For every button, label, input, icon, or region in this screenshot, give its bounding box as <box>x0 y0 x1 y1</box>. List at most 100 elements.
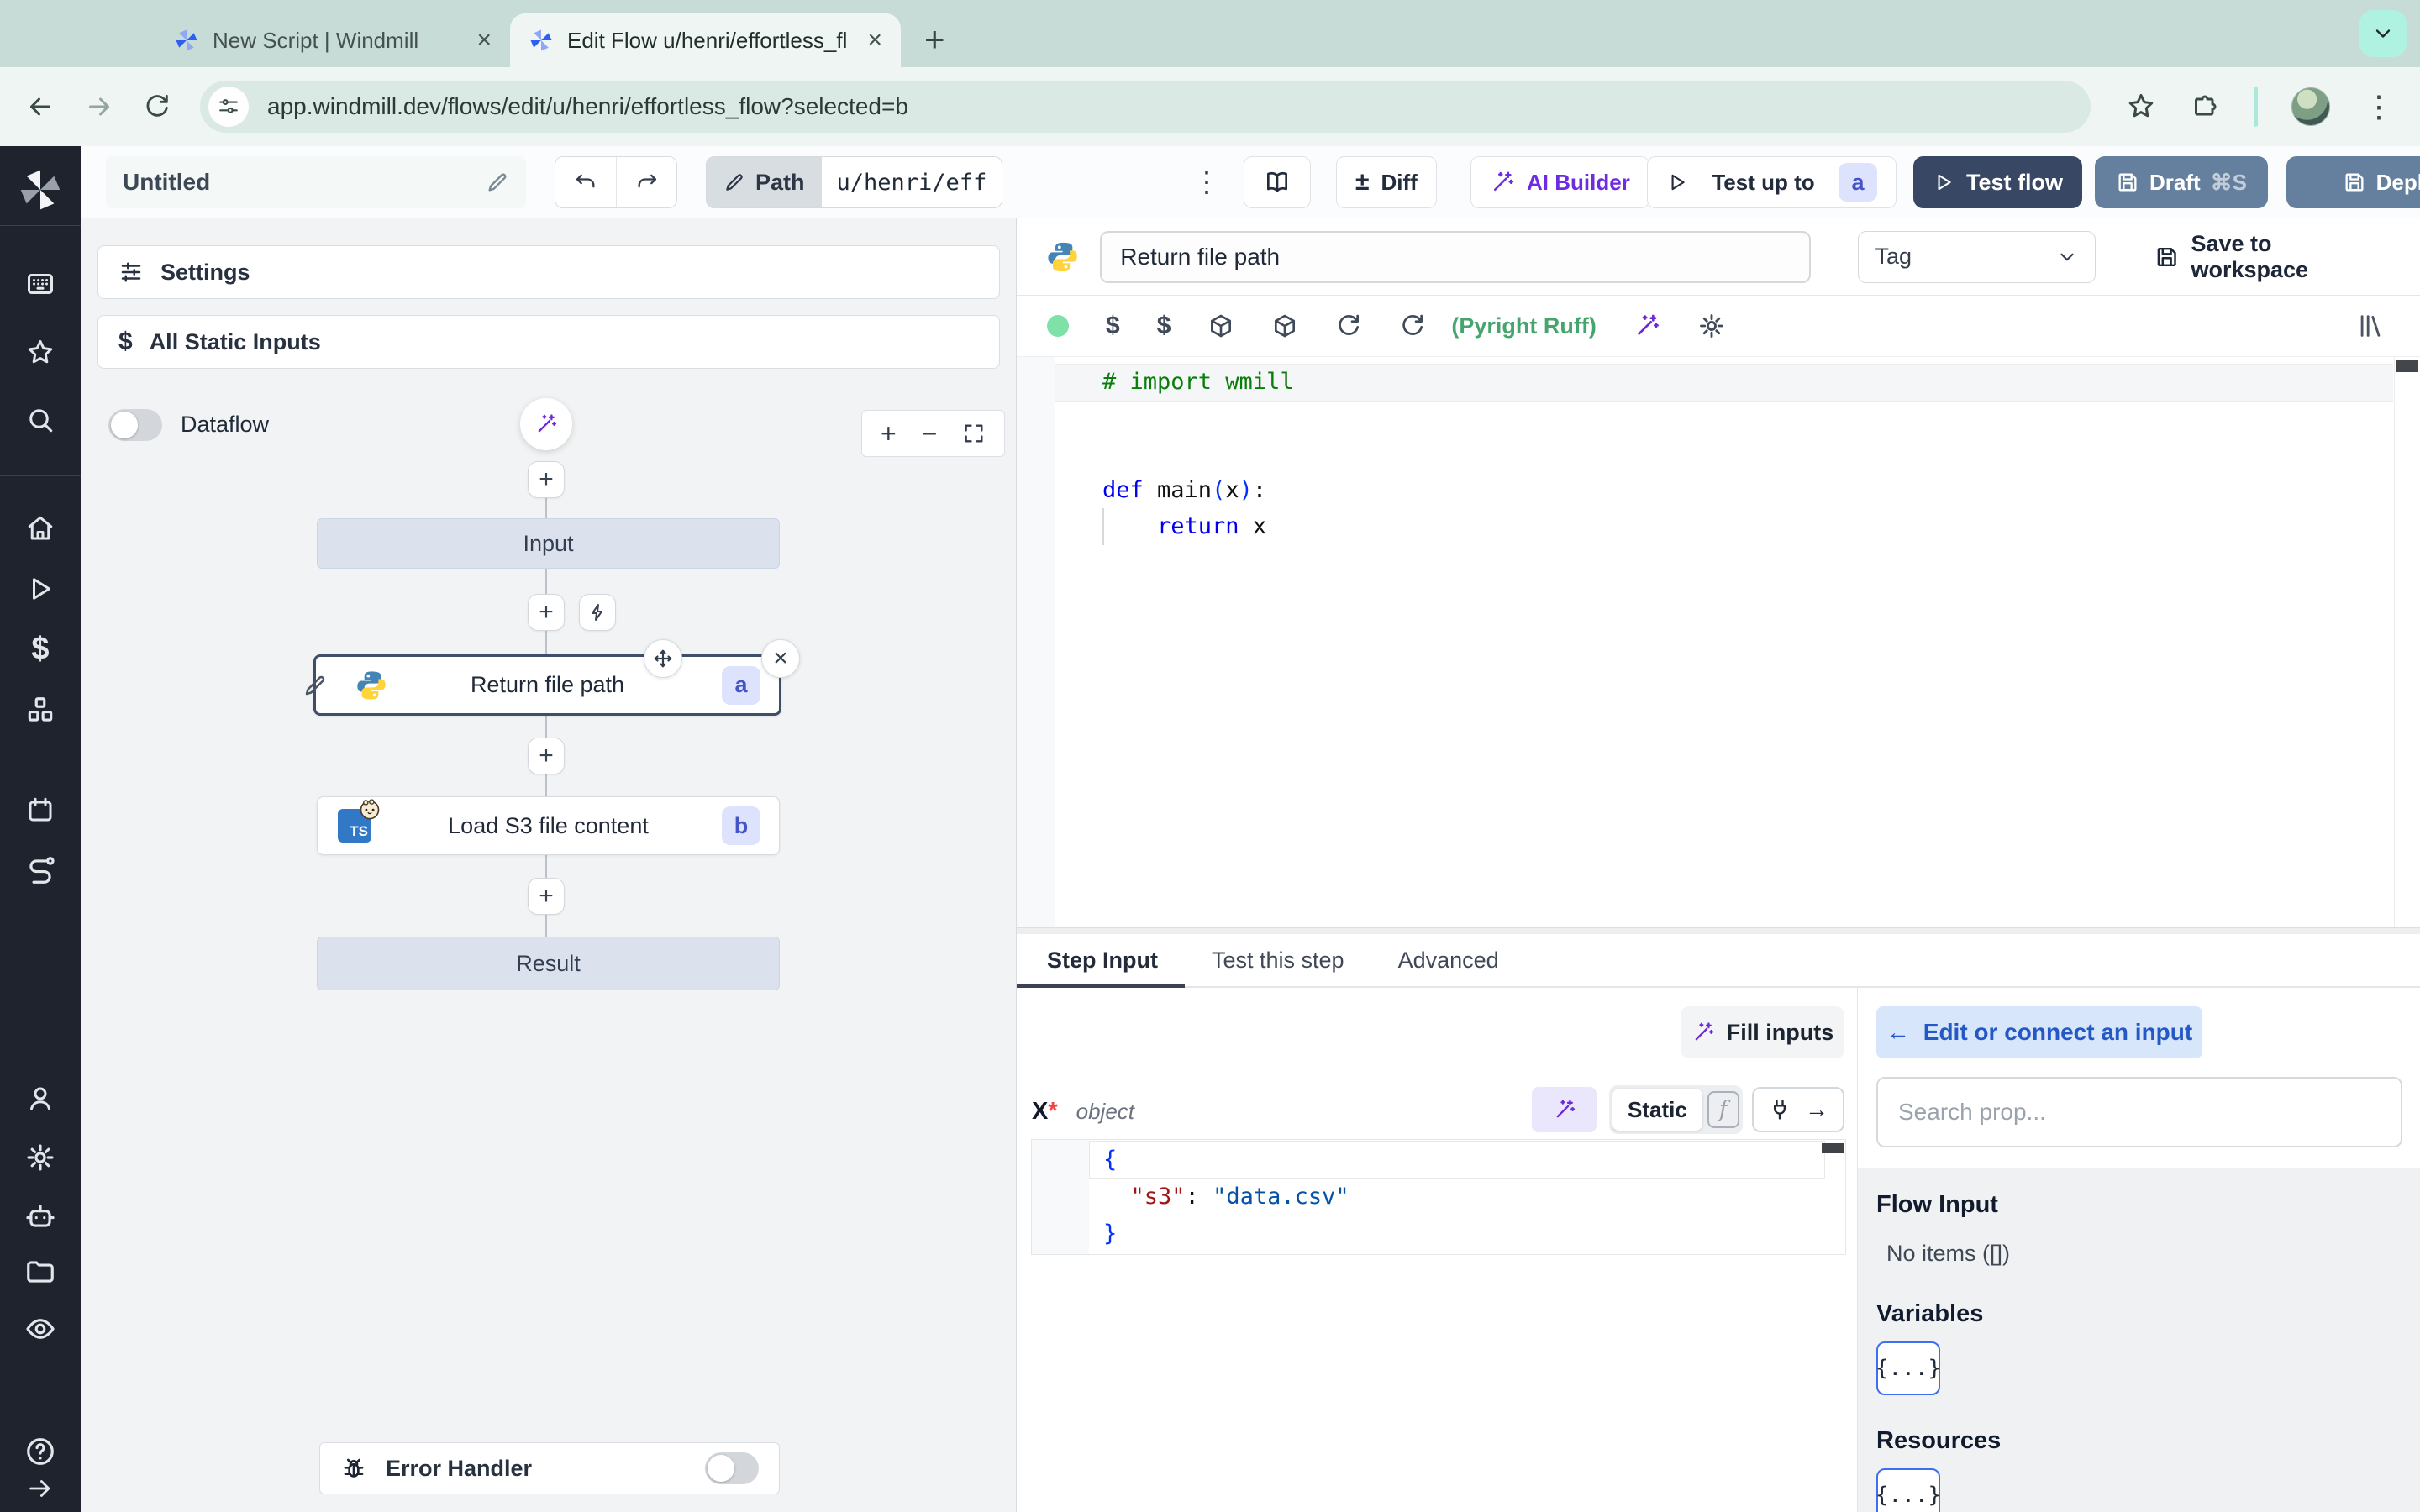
browser-tab-inactive[interactable]: New Script | Windmill × <box>155 13 510 67</box>
sidebar-item-flows-icon[interactable] <box>24 854 56 886</box>
add-step-button[interactable]: + <box>528 594 565 631</box>
tag-select[interactable]: Tag <box>1857 230 2096 283</box>
add-step-button[interactable]: + <box>528 878 565 915</box>
javascript-mode-icon[interactable]: f <box>1707 1091 1739 1128</box>
diff-button[interactable]: ± Diff <box>1336 156 1437 208</box>
flow-step-node-b[interactable]: TS Load S3 file content b <box>317 796 780 855</box>
more-options-icon[interactable]: ⋮ <box>1188 156 1225 208</box>
error-handler-row[interactable]: Error Handler <box>319 1442 780 1494</box>
tab-close-icon[interactable]: × <box>476 26 492 55</box>
back-icon[interactable] <box>25 92 55 122</box>
collapse-sidebar-icon[interactable] <box>26 1474 55 1503</box>
sidebar-item-apps-icon[interactable] <box>25 269 55 299</box>
sidebar-item-resources-icon[interactable] <box>24 695 56 727</box>
json-scrollbar-thumb[interactable] <box>1822 1143 1844 1153</box>
package-icon[interactable] <box>1271 312 1298 339</box>
sidebar-item-home-icon[interactable] <box>25 513 55 543</box>
resources-object-chip[interactable]: {...} <box>1876 1468 1941 1512</box>
connect-input-button[interactable]: → <box>1752 1087 1844 1132</box>
error-handler-toggle[interactable] <box>705 1452 759 1484</box>
flow-step-node-a[interactable]: Return file path a <box>305 654 781 716</box>
package-icon[interactable] <box>1207 312 1234 339</box>
search-prop-input[interactable] <box>1876 1077 2402 1147</box>
zoom-in-button[interactable]: + <box>881 418 897 449</box>
add-trigger-button[interactable] <box>579 594 616 631</box>
move-step-icon[interactable] <box>644 639 682 678</box>
docs-button[interactable] <box>1244 156 1311 208</box>
ai-flow-wand-button[interactable] <box>520 398 572 450</box>
sidebar-item-runs-icon[interactable] <box>25 574 55 604</box>
site-settings-icon[interactable] <box>208 87 249 127</box>
library-icon[interactable] <box>2356 312 2385 340</box>
tab-step-input[interactable]: Step Input <box>1047 948 1158 974</box>
test-up-to-button[interactable]: Test up to a <box>1647 156 1897 208</box>
lint-status[interactable]: (Pyright Ruff) <box>1451 313 1596 339</box>
flow-settings-row[interactable]: Settings <box>97 245 1000 299</box>
step-name-input[interactable] <box>1100 230 1811 283</box>
add-step-button[interactable]: + <box>528 461 565 498</box>
reload-assistants-icon[interactable] <box>1335 312 1362 339</box>
ai-builder-button[interactable]: AI Builder <box>1470 156 1649 208</box>
dataflow-toggle[interactable] <box>108 409 162 441</box>
reload-lsp-icon[interactable] <box>1399 312 1426 339</box>
save-icon <box>2345 173 2364 192</box>
variables-icon[interactable]: $ <box>1106 312 1120 340</box>
new-tab-button[interactable]: + <box>924 22 945 57</box>
resources-icon[interactable]: $ <box>1157 312 1171 340</box>
code-editor[interactable]: # import wmill def main(x): return x <box>1017 356 2420 927</box>
redo-button[interactable] <box>616 157 676 207</box>
save-to-workspace-button[interactable]: Save to workspace <box>2154 231 2391 283</box>
address-bar[interactable]: app.windmill.dev/flows/edit/u/henri/effo… <box>200 81 2091 133</box>
browser-menu-icon[interactable]: ⋮ <box>2364 89 2395 124</box>
ai-fill-prop-button[interactable] <box>1532 1087 1597 1132</box>
undo-button[interactable] <box>555 157 616 207</box>
path-button[interactable]: Path u/henri/eff <box>706 156 1003 208</box>
editor-scrollbar-thumb[interactable] <box>2396 360 2418 372</box>
sidebar-item-folders-icon[interactable] <box>24 1256 56 1288</box>
sidebar-item-search-icon[interactable] <box>25 405 55 435</box>
edit-or-connect-button[interactable]: ← Edit or connect an input <box>1876 1006 2202 1058</box>
browser-tab-active[interactable]: Edit Flow u/henri/effortless_fl × <box>510 13 901 67</box>
sidebar-item-schedules-icon[interactable] <box>25 795 55 825</box>
extensions-icon[interactable] <box>2190 92 2220 122</box>
flow-result-node[interactable]: Result <box>317 937 780 990</box>
fill-inputs-button[interactable]: Fill inputs <box>1681 1006 1844 1058</box>
variables-object-chip[interactable]: {...} <box>1876 1341 1941 1395</box>
flow-name-field[interactable]: Untitled <box>106 156 526 208</box>
reload-icon[interactable] <box>143 92 171 121</box>
bookmark-star-icon[interactable] <box>2126 92 2156 122</box>
windmill-logo[interactable] <box>17 166 64 213</box>
delete-step-icon[interactable]: × <box>761 639 800 678</box>
draft-button[interactable]: Draft ⌘S <box>2095 156 2268 208</box>
all-static-inputs-row[interactable]: $ All Static Inputs <box>97 315 1000 369</box>
static-mode-button[interactable]: Static <box>1612 1089 1702 1131</box>
forward-icon[interactable] <box>84 92 114 122</box>
sidebar-item-settings-icon[interactable] <box>24 1142 56 1173</box>
profile-avatar[interactable] <box>2291 87 2330 126</box>
tab-close-icon[interactable]: × <box>867 26 882 55</box>
zoom-out-button[interactable]: − <box>922 418 938 449</box>
sidebar-item-workers-icon[interactable] <box>24 1200 56 1232</box>
sidebar-item-audit-icon[interactable] <box>24 1313 56 1345</box>
fullscreen-icon[interactable] <box>962 422 986 445</box>
deploy-button[interactable]: Deploy <box>2286 156 2420 208</box>
test-flow-button[interactable]: Test flow <box>1913 156 2082 208</box>
pencil-icon <box>726 174 743 191</box>
panel-splitter[interactable] <box>1017 927 2420 934</box>
editor-settings-gear-icon[interactable] <box>1697 312 1726 340</box>
connect-sources-list: Flow Input No items ([]) Variables {...}… <box>1858 1168 2420 1512</box>
sidebar-item-users-icon[interactable] <box>25 1084 55 1114</box>
sidebar-item-favorites-icon[interactable] <box>25 338 55 368</box>
url-text: app.windmill.dev/flows/edit/u/henri/effo… <box>267 93 908 119</box>
ai-assist-wand-icon[interactable] <box>1634 312 1660 339</box>
help-icon[interactable] <box>24 1436 56 1467</box>
flow-input-node[interactable]: Input <box>317 518 780 569</box>
code-content[interactable]: # import wmill def main(x): return x <box>1102 364 1294 544</box>
tab-advanced[interactable]: Advanced <box>1398 948 1499 974</box>
sidebar-item-variables-icon[interactable]: $ <box>31 632 49 668</box>
json-value-editor[interactable]: { "s3": "data.csv"} <box>1031 1139 1846 1255</box>
flow-name-text: Untitled <box>123 169 211 195</box>
tab-test-this-step[interactable]: Test this step <box>1212 948 1344 974</box>
add-step-button[interactable]: + <box>528 738 565 774</box>
tab-search-chevron-button[interactable] <box>2360 10 2407 57</box>
